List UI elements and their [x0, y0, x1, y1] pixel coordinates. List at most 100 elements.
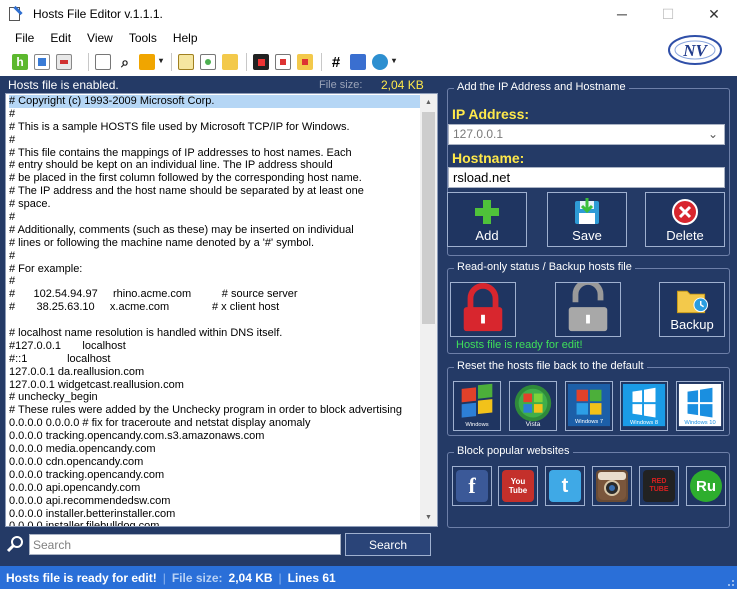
block-instagram-button[interactable] — [592, 466, 632, 506]
globe-icon[interactable] — [372, 54, 396, 70]
menu-file[interactable]: File — [7, 31, 42, 45]
reset-windows-7-button[interactable]: Windows 7 — [565, 381, 613, 431]
hosts-h-icon[interactable]: h — [12, 54, 28, 70]
hash-icon[interactable]: # — [328, 54, 344, 71]
editor-scrollbar[interactable]: ▲ ▼ — [420, 94, 437, 526]
minimize-button[interactable]: ─ — [599, 0, 645, 28]
reset-windows-10-button[interactable]: Windows 10 — [676, 381, 724, 431]
editor-line[interactable]: # — [9, 211, 421, 224]
editor-line[interactable]: # Additionally, comments (such as these)… — [9, 224, 421, 237]
lock-button[interactable] — [450, 282, 516, 337]
export-icon[interactable] — [56, 54, 72, 70]
os-label-7: Windows 7 — [575, 419, 603, 425]
editor-line[interactable]: # entry should be kept on an individual … — [9, 159, 421, 172]
scroll-up-icon[interactable]: ▲ — [420, 94, 437, 111]
editor-line[interactable]: 0.0.0.0 api.opencandy.com — [9, 482, 421, 495]
menu-edit[interactable]: Edit — [42, 31, 79, 45]
editor-line[interactable]: #127.0.0.1 localhost — [9, 340, 421, 353]
scroll-thumb[interactable] — [422, 112, 435, 324]
editor-line[interactable]: 0.0.0.0 0.0.0.0 # fix for traceroute and… — [9, 417, 421, 430]
backup-button[interactable]: Backup — [659, 282, 725, 337]
reset-windows-vista-button[interactable]: Vista — [509, 381, 557, 431]
editor-line[interactable]: 127.0.0.1 da.reallusion.com — [9, 366, 421, 379]
block-websites-group-title: Block popular websites — [454, 445, 573, 457]
ip-address-select[interactable]: 127.0.0.1 ⌄ — [448, 124, 725, 145]
open-icon[interactable] — [297, 54, 313, 70]
ip-address-label: IP Address: — [452, 106, 530, 122]
edit-icon[interactable] — [178, 54, 194, 70]
editor-line[interactable]: #::1 localhost — [9, 353, 421, 366]
editor-line[interactable]: # This is a sample HOSTS file used by Mi… — [9, 121, 421, 134]
maximize-button[interactable]: ☐ — [645, 0, 691, 28]
block-twitter-button[interactable]: t — [545, 466, 585, 506]
find-icon[interactable]: ⌕ — [117, 54, 133, 70]
status-lines: Lines 61 — [287, 570, 336, 585]
editor-line[interactable]: 0.0.0.0 tracking.opencandy.com.s3.amazon… — [9, 430, 421, 443]
file-size-label: File size: — [319, 79, 363, 91]
delete-button[interactable]: Delete — [645, 192, 725, 247]
editor-line[interactable] — [9, 314, 421, 327]
editor-line[interactable]: # Copyright (c) 1993-2009 Microsoft Corp… — [9, 95, 421, 108]
editor-line[interactable]: 127.0.0.1 widgetcast.reallusion.com — [9, 379, 421, 392]
new-file-icon[interactable] — [200, 54, 216, 70]
status-size-label: File size: — [171, 570, 223, 585]
menu-help[interactable]: Help — [165, 31, 206, 45]
editor-line[interactable]: 0.0.0.0 media.opencandy.com — [9, 443, 421, 456]
block-facebook-button[interactable]: f — [452, 466, 492, 506]
editor-line[interactable]: # 102.54.94.97 rhino.acme.com # source s… — [9, 288, 421, 301]
app-icon — [7, 5, 23, 22]
open-folder-icon[interactable] — [222, 54, 238, 70]
settings-icon[interactable] — [350, 54, 366, 70]
status-size-value: 2,04 KB — [228, 570, 273, 585]
copy-icon[interactable] — [95, 54, 111, 70]
editor-line[interactable]: # be placed in the first column followed… — [9, 172, 421, 185]
reset-windows-8-button[interactable]: Windows 8 — [620, 381, 668, 431]
search-button[interactable]: Search — [345, 533, 431, 556]
editor-line[interactable]: # — [9, 108, 421, 121]
editor-line[interactable]: # These rules were added by the Unchecky… — [9, 404, 421, 417]
hosts-editor[interactable]: # Copyright (c) 1993-2009 Microsoft Corp… — [5, 93, 438, 527]
title-bar: Hosts File Editor v.1.1.1. ─ ☐ ✕ — [0, 0, 737, 28]
windows-8-icon: Windows 8 — [622, 383, 666, 426]
block-ru-button[interactable]: Ru — [686, 466, 726, 506]
editor-line[interactable]: 0.0.0.0 api.recommendedsw.com — [9, 495, 421, 508]
menu-tools[interactable]: Tools — [121, 31, 165, 45]
block-redtube-button[interactable]: RED TUBE — [639, 466, 679, 506]
menu-bar: File Edit View Tools Help — [0, 28, 737, 48]
resize-grip-icon[interactable] — [725, 577, 735, 587]
editor-line[interactable]: # unchecky_begin — [9, 391, 421, 404]
editor-line[interactable]: 0.0.0.0 installer.filebulldog.com — [9, 520, 421, 526]
camera-icon — [598, 472, 626, 500]
editor-line[interactable]: # lines or following the machine name de… — [9, 237, 421, 250]
editor-line[interactable]: # — [9, 250, 421, 263]
unlock-button[interactable] — [555, 279, 621, 337]
highlight-icon[interactable] — [139, 54, 163, 70]
windows-vista-icon: Vista — [514, 384, 552, 428]
save-button[interactable]: Save — [547, 192, 627, 247]
editor-line[interactable]: 0.0.0.0 tracking.opencandy.com — [9, 469, 421, 482]
editor-line[interactable]: # space. — [9, 198, 421, 211]
block-youtube-button[interactable]: You Tube — [498, 466, 538, 506]
editor-line[interactable]: # 38.25.63.10 x.acme.com # x client host — [9, 301, 421, 314]
hostname-input[interactable] — [448, 167, 725, 188]
instagram-icon — [596, 470, 628, 502]
menu-view[interactable]: View — [79, 31, 121, 45]
backup-folder-icon — [676, 290, 708, 314]
search-input[interactable] — [29, 534, 341, 555]
editor-line[interactable]: # localhost name resolution is handled w… — [9, 327, 421, 340]
close-button[interactable]: ✕ — [691, 0, 737, 28]
editor-line[interactable]: 0.0.0.0 installer.betterinstaller.com — [9, 508, 421, 521]
reset-windows-xp-button[interactable]: Windows — [453, 381, 501, 431]
editor-line[interactable]: # The IP address and the host name shoul… — [9, 185, 421, 198]
editor-line[interactable]: # — [9, 134, 421, 147]
scroll-down-icon[interactable]: ▼ — [420, 509, 437, 526]
add-button[interactable]: Add — [447, 192, 527, 247]
save-file-icon[interactable] — [34, 54, 50, 70]
editor-line[interactable]: # — [9, 275, 421, 288]
editor-line[interactable]: # For example: — [9, 263, 421, 276]
editor-line[interactable]: # This file contains the mappings of IP … — [9, 147, 421, 160]
restore-icon[interactable] — [275, 54, 291, 70]
toolbar-separator — [321, 53, 322, 71]
editor-line[interactable]: 0.0.0.0 cdn.opencandy.com — [9, 456, 421, 469]
backup-icon[interactable] — [253, 54, 269, 70]
